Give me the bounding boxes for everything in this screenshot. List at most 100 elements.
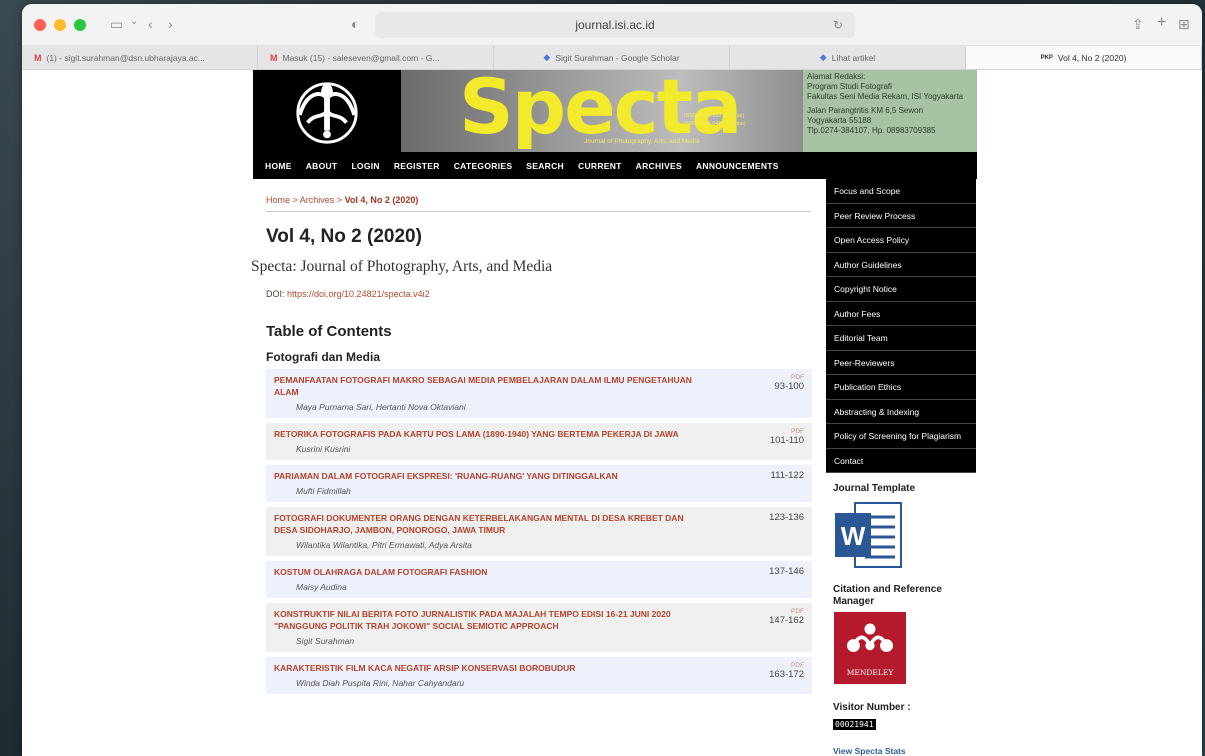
main-content: Home > Archives > Vol 4, No 2 (2020) Vol… [251, 179, 816, 699]
scholar-icon: ◆ [819, 52, 827, 62]
sidebar-item-abstracting[interactable]: Abstracting & Indexing [826, 399, 976, 424]
window-controls [34, 18, 86, 31]
mendeley-label: MENDELEY [846, 668, 894, 677]
article-meta: 137-146 [769, 566, 804, 577]
sidebar-toggle-icon[interactable]: ▭ [110, 16, 123, 33]
journal-template-heading: Journal Template [833, 483, 916, 494]
article-title-link[interactable]: KARAKTERISTIK FILM KACA NEGATIF ARSIP KO… [274, 662, 694, 674]
section-title: Fotografi dan Media [266, 350, 380, 364]
gmail-icon: M [34, 52, 42, 63]
gmail-icon: M [270, 52, 278, 63]
doi-link[interactable]: https://doi.org/10.24821/specta.v4i2 [287, 289, 430, 299]
tab-bar: M (1) - sigit.surahman@dsn.ubharajaya.ac… [22, 46, 1202, 70]
article-title-link[interactable]: RETORIKA FOTOGRAFIS PADA KARTU POS LAMA … [274, 428, 694, 440]
pdf-link[interactable]: PDF [774, 374, 804, 381]
article-pages: 147-162 [769, 615, 804, 626]
sidebar-item-author-fees[interactable]: Author Fees [826, 301, 976, 326]
nav-about[interactable]: ABOUT [306, 161, 338, 171]
mendeley-icon [847, 623, 893, 653]
breadcrumb-current[interactable]: Vol 4, No 2 (2020) [345, 195, 419, 205]
breadcrumb-archives[interactable]: Archives [300, 195, 335, 205]
breadcrumb-sep: > [290, 195, 300, 205]
article-meta: 123-136 [769, 512, 804, 523]
tab-gmail-2[interactable]: M Masuk (15) - saleseven@gmail.com - G..… [258, 46, 494, 69]
article-authors: Maisy Audina [296, 582, 347, 592]
doi-label: DOI: [266, 289, 288, 299]
article-pages: 101-110 [769, 435, 804, 446]
address-bar[interactable]: journal.isi.ac.id ↻ [375, 12, 855, 38]
address-line: Jalan Parangtritis KM 6,5 Sewon [807, 106, 924, 115]
sidebar-item-open-access[interactable]: Open Access Policy [826, 228, 976, 253]
sidebar-item-copyright[interactable]: Copyright Notice [826, 277, 976, 302]
sidebar-item-plagiarism[interactable]: Policy of Screening for Plagiarism [826, 424, 976, 449]
url-text: journal.isi.ac.id [575, 18, 655, 32]
address-line: Tlp.0274-384107, Hp. 08983709385 [807, 126, 936, 135]
new-tab-icon[interactable]: + [1157, 14, 1166, 32]
mendeley-logo[interactable]: MENDELEY [834, 612, 906, 684]
article-meta: PDF 93-100 [774, 374, 804, 392]
toc-title: Table of Contents [266, 323, 392, 340]
doi-line: DOI: https://doi.org/10.24821/specta.v4i… [266, 289, 816, 299]
view-stats-link[interactable]: View Specta Stats [833, 746, 976, 756]
forward-icon[interactable]: › [168, 16, 173, 32]
tab-current-issue[interactable]: PKP Vol 4, No 2 (2020) [966, 46, 1202, 69]
article-pages: 111-122 [770, 470, 804, 481]
article-row: RETORIKA FOTOGRAFIS PADA KARTU POS LAMA … [266, 423, 812, 460]
article-authors: Mufti Fidmillah [296, 486, 351, 496]
article-title-link[interactable]: KONSTRUKTIF NILAI BERITA FOTO JURNALISTI… [274, 608, 694, 632]
sidebar-item-publication-ethics[interactable]: Publication Ethics [826, 375, 976, 400]
article-title-link[interactable]: FOTOGRAFI DOKUMENTER ORANG DENGAN KETERB… [274, 512, 694, 536]
article-row: FOTOGRAFI DOKUMENTER ORANG DENGAN KETERB… [266, 507, 812, 556]
pdf-link[interactable]: PDF [769, 662, 804, 669]
nav-search[interactable]: SEARCH [526, 161, 564, 171]
article-meta: PDF 147-162 [769, 608, 804, 626]
sidebar-item-peer-review[interactable]: Peer Review Process [826, 203, 976, 228]
article-pages: 163-172 [769, 669, 804, 680]
nav-announcements[interactable]: ANNOUNCEMENTS [696, 161, 779, 171]
article-title-link[interactable]: KOSTUM OLAHRAGA DALAM FOTOGRAFI FASHION [274, 566, 694, 578]
sidebar-item-author-guidelines[interactable]: Author Guidelines [826, 252, 976, 277]
nav-home[interactable]: HOME [265, 161, 292, 171]
tab-google-scholar[interactable]: ◆ Sigit Surahman - Google Scholar [494, 46, 730, 69]
issue-title: Vol 4, No 2 (2020) [266, 226, 422, 247]
breadcrumb-home[interactable]: Home [266, 195, 290, 205]
article-list: PEMANFAATAN FOTOGRAFI MAKRO SEBAGAI MEDI… [266, 369, 812, 694]
word-doc-icon[interactable]: W [835, 501, 903, 569]
issn-print: ISSN 2614-3577 (Cetak) [684, 113, 745, 119]
nav-login[interactable]: LOGIN [351, 161, 379, 171]
word-letter: W [841, 521, 866, 551]
chevron-down-icon[interactable]: ⌄ [130, 16, 138, 27]
article-title-link[interactable]: PEMANFAATAN FOTOGRAFI MAKRO SEBAGAI MEDI… [274, 374, 694, 398]
article-authors: Sigit Surahman [296, 636, 355, 646]
article-row: PARIAMAN DALAM FOTOGRAFI EKSPRESI: 'RUAN… [266, 465, 812, 502]
privacy-shield-icon[interactable]: ◐ [351, 16, 359, 32]
reload-icon[interactable]: ↻ [833, 12, 843, 38]
sidebar-item-peer-reviewers[interactable]: Peer-Reviewers [826, 350, 976, 375]
tab-gmail-1[interactable]: M (1) - sigit.surahman@dsn.ubharajaya.ac… [22, 46, 258, 69]
pkp-icon: PKP [1040, 54, 1053, 61]
visitor-heading: Visitor Number : [833, 702, 911, 713]
breadcrumb: Home > Archives > Vol 4, No 2 (2020) [266, 195, 811, 212]
sidebar-item-contact[interactable]: Contact [826, 448, 976, 473]
sidebar-item-focus-scope[interactable]: Focus and Scope [826, 179, 976, 204]
nav-categories[interactable]: CATEGORIES [454, 161, 513, 171]
nav-register[interactable]: REGISTER [394, 161, 440, 171]
journal-banner: Specta ISSN 2614-3577 (Cetak) ISSN 2614-… [253, 70, 977, 152]
nav-current[interactable]: CURRENT [578, 161, 622, 171]
article-authors: Kusrini Kusrini [296, 444, 351, 454]
close-window-button[interactable] [34, 18, 46, 31]
zoom-window-button[interactable] [74, 18, 86, 31]
visitor-counter: 00021941 [833, 719, 876, 730]
article-title-link[interactable]: PARIAMAN DALAM FOTOGRAFI EKSPRESI: 'RUAN… [274, 470, 694, 482]
sidebar-item-editorial-team[interactable]: Editorial Team [826, 326, 976, 351]
nav-archives[interactable]: ARCHIVES [636, 161, 682, 171]
browser-window: ▭ ⌄ ‹ › ◐ journal.isi.ac.id ↻ ⇪ + ⊞ M (1… [22, 4, 1202, 756]
tab-overview-icon[interactable]: ⊞ [1178, 16, 1190, 33]
pdf-link[interactable]: PDF [769, 608, 804, 615]
pdf-link[interactable]: PDF [770, 428, 804, 435]
article-authors: Maya Purnama Sari, Hertanti Nova Oktavia… [296, 402, 466, 412]
share-icon[interactable]: ⇪ [1132, 16, 1144, 33]
tab-lihat-artikel[interactable]: ◆ Lihat artikel [730, 46, 966, 69]
back-icon[interactable]: ‹ [148, 16, 153, 32]
minimize-window-button[interactable] [54, 18, 66, 31]
